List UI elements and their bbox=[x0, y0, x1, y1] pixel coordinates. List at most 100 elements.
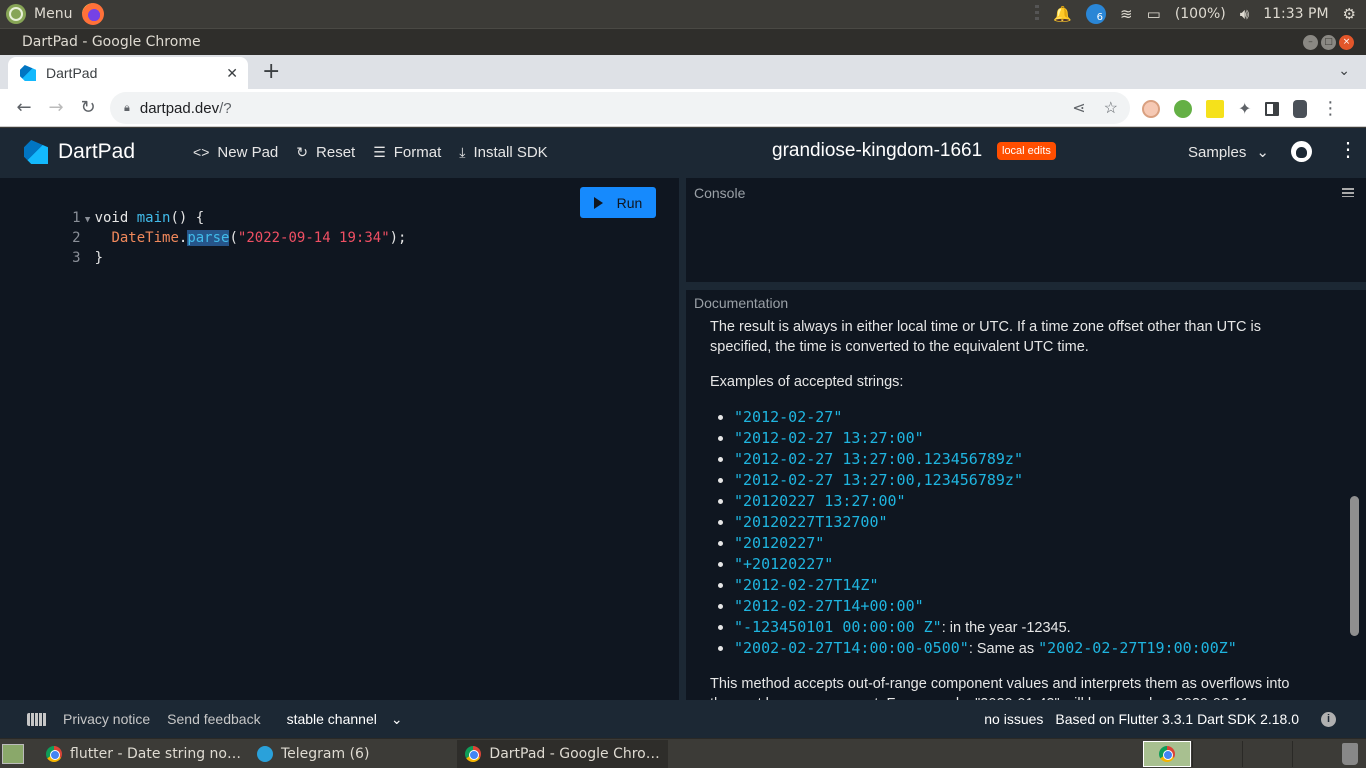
code-editor[interactable]: 1 ▼ void main() { 2 DateTime.parse("2022-0… bbox=[0, 178, 679, 700]
url-host: dartpad.dev bbox=[139, 99, 220, 117]
workspace-4[interactable] bbox=[1292, 741, 1340, 767]
reload-icon[interactable]: ↻ bbox=[72, 97, 104, 118]
format-button[interactable]: ☰ Format bbox=[373, 144, 441, 161]
install-sdk-button[interactable]: ⤓ Install SDK bbox=[459, 144, 547, 161]
tab-search-chevron-icon[interactable]: ⌄ bbox=[1338, 63, 1350, 79]
new-tab-icon[interactable]: + bbox=[262, 61, 280, 83]
samples-label: Samples bbox=[1188, 143, 1247, 161]
taskbar-item-label: Telegram (6) bbox=[280, 745, 370, 762]
workspace-3[interactable] bbox=[1242, 741, 1290, 767]
volume-icon[interactable]: 🔊︎ bbox=[1240, 5, 1249, 23]
wifi-icon[interactable]: ≋ bbox=[1120, 5, 1133, 23]
close-window-icon[interactable]: × bbox=[1339, 34, 1354, 50]
show-desktop-icon[interactable] bbox=[2, 743, 24, 764]
window-title: DartPad - Google Chrome bbox=[22, 34, 201, 50]
token-selected-method: parse bbox=[187, 230, 230, 246]
trash-icon[interactable] bbox=[1342, 743, 1358, 765]
workspace-2[interactable] bbox=[1192, 741, 1240, 767]
extension-block-icon[interactable] bbox=[1206, 99, 1224, 118]
samples-dropdown[interactable]: Samples ⌄ bbox=[1188, 143, 1269, 162]
channel-label: stable channel bbox=[286, 711, 377, 727]
share-icon[interactable]: ⋖ bbox=[1072, 98, 1085, 118]
install-sdk-label: Install SDK bbox=[473, 143, 548, 161]
battery-percent: (100%) bbox=[1174, 6, 1226, 22]
taskbar-item[interactable]: Telegram (6) bbox=[249, 740, 377, 768]
list-item: "2012-02-27 13:27:00" bbox=[718, 428, 1310, 449]
browser-toolbar: ← → ↻ 🔒︎ dartpad.dev/? ⋖ ☆ ✦ ⋮ bbox=[0, 89, 1366, 127]
send-feedback-link[interactable]: Send feedback bbox=[167, 711, 260, 727]
run-label: Run bbox=[616, 194, 643, 211]
url-path: /? bbox=[219, 99, 232, 117]
privacy-notice-link[interactable]: Privacy notice bbox=[63, 711, 150, 727]
settings-gear-icon[interactable]: ⚙ bbox=[1343, 5, 1356, 23]
browser-tab-dartpad[interactable]: DartPad ✕ bbox=[8, 57, 248, 89]
tray-separator bbox=[1035, 5, 1040, 23]
reset-label: Reset bbox=[316, 143, 356, 161]
reset-button[interactable]: ↻ Reset bbox=[296, 144, 355, 161]
window-titlebar: DartPad - Google Chrome – □ × bbox=[0, 28, 1366, 55]
github-icon[interactable] bbox=[1291, 141, 1312, 162]
dartpad-logo[interactable]: DartPad bbox=[24, 140, 135, 164]
dartpad-logo-text: DartPad bbox=[58, 140, 136, 163]
bookmark-star-icon[interactable]: ☆ bbox=[1104, 98, 1118, 118]
new-pad-button[interactable]: <> New Pad bbox=[193, 144, 278, 161]
telegram-icon bbox=[256, 745, 273, 762]
new-pad-label: New Pad bbox=[217, 143, 279, 161]
local-edits-badge: local edits bbox=[997, 142, 1056, 160]
taskbar-item-label: flutter - Date string no… bbox=[70, 745, 241, 762]
channel-dropdown[interactable]: stable channel ⌄ bbox=[287, 711, 403, 728]
os-top-panel: Menu 🔔 6 ≋ ▭ (100%) 🔊︎ 11:33 PM ⚙ bbox=[0, 0, 1366, 28]
doc-paragraph: Examples of accepted strings: bbox=[710, 374, 904, 390]
console-panel: Console bbox=[686, 178, 1366, 282]
code-brackets-icon: <> bbox=[193, 144, 210, 160]
format-label: Format bbox=[393, 143, 442, 161]
extensions-puzzle-icon[interactable]: ✦ bbox=[1238, 99, 1251, 118]
taskbar-item[interactable]: flutter - Date string no… bbox=[38, 740, 249, 768]
workspace-1[interactable] bbox=[1143, 741, 1191, 767]
chevron-down-icon: ⌄ bbox=[1256, 144, 1269, 161]
lock-icon[interactable]: 🔒︎ bbox=[124, 102, 130, 115]
list-item: "20120227" bbox=[718, 533, 1310, 554]
address-bar[interactable]: 🔒︎ dartpad.dev/? ⋖ ☆ bbox=[110, 92, 1130, 124]
clock[interactable]: 11:33 PM bbox=[1263, 6, 1328, 22]
more-vert-icon[interactable]: ⋮ bbox=[1338, 140, 1358, 160]
profile-avatar-icon[interactable] bbox=[1293, 99, 1308, 118]
taskbar-item[interactable]: DartPad - Google Chro… bbox=[457, 739, 668, 768]
notification-bell-icon[interactable]: 🔔 bbox=[1053, 5, 1072, 23]
issues-status[interactable]: no issues bbox=[984, 711, 1043, 727]
battery-icon[interactable]: ▭ bbox=[1147, 5, 1161, 23]
dartpad-workspace: 1 ▼ void main() { 2 DateTime.parse("2022-0… bbox=[0, 176, 1366, 700]
side-panel-icon[interactable] bbox=[1265, 101, 1280, 116]
clear-console-icon[interactable] bbox=[1342, 188, 1354, 197]
minimize-icon[interactable]: – bbox=[1303, 34, 1318, 50]
list-item: "2012-02-27T14Z" bbox=[718, 575, 1310, 596]
chevron-down-icon: ⌄ bbox=[390, 710, 403, 727]
run-button[interactable]: Run bbox=[580, 187, 656, 218]
line-number: 3 bbox=[72, 250, 81, 266]
chrome-menu-icon[interactable]: ⋮ bbox=[1321, 98, 1339, 119]
ubuntu-logo-icon bbox=[6, 4, 26, 24]
notification-count-badge[interactable]: 6 bbox=[1086, 4, 1107, 24]
dart-favicon-icon bbox=[20, 65, 36, 81]
format-align-icon: ☰ bbox=[373, 143, 386, 160]
list-item: "-123450101 00:00:00 Z": in the year -12… bbox=[718, 617, 1310, 638]
code-line: 2 DateTime.parse("2022-09-14 19:34"); bbox=[0, 208, 406, 246]
os-menu-button[interactable]: Menu bbox=[0, 4, 72, 24]
dartpad-footer: Privacy notice Send feedback stable chan… bbox=[0, 700, 1366, 738]
back-arrow-icon[interactable]: ← bbox=[8, 97, 40, 118]
os-menu-label: Menu bbox=[34, 6, 73, 22]
tab-title: DartPad bbox=[46, 65, 98, 81]
version-info: Based on Flutter 3.3.1 Dart SDK 2.18.0 bbox=[1055, 711, 1299, 727]
info-icon[interactable]: i bbox=[1321, 711, 1336, 727]
docs-scrollbar[interactable] bbox=[1350, 496, 1359, 636]
close-tab-icon[interactable]: ✕ bbox=[226, 65, 238, 82]
list-item: "20120227 13:27:00" bbox=[718, 491, 1310, 512]
keyboard-icon[interactable] bbox=[27, 712, 47, 726]
maximize-icon[interactable]: □ bbox=[1321, 34, 1336, 50]
firefox-launcher-icon[interactable] bbox=[82, 3, 105, 25]
dartpad-header: DartPad <> New Pad ↻ Reset ☰ Format ⤓ In… bbox=[0, 128, 1366, 176]
extension-music-icon[interactable] bbox=[1174, 99, 1192, 118]
forward-arrow-icon[interactable]: → bbox=[40, 97, 72, 118]
play-icon bbox=[593, 196, 603, 209]
extension-avatar-icon[interactable] bbox=[1142, 99, 1160, 118]
